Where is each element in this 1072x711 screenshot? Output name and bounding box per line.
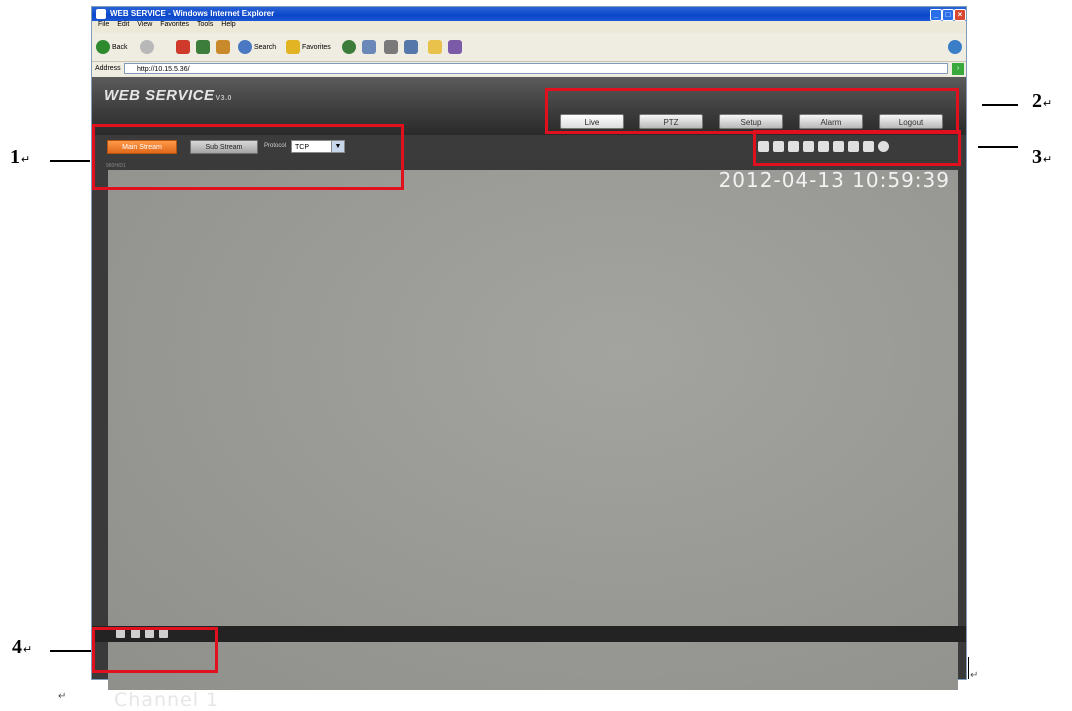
paragraph-mark: ↵	[970, 670, 979, 681]
menu-file[interactable]: File	[98, 21, 109, 28]
close-button[interactable]: ×	[954, 9, 966, 21]
menu-view[interactable]: View	[137, 21, 152, 28]
annotation-4-line	[50, 650, 94, 652]
annotation-2: 2↵	[1032, 90, 1053, 112]
menu-edit[interactable]: Edit	[117, 21, 129, 28]
search-button[interactable]: Search	[238, 39, 276, 55]
annotation-2-line	[982, 104, 1018, 106]
cursor-mark	[968, 657, 969, 679]
mail-icon[interactable]	[362, 40, 376, 54]
ie-icon	[96, 9, 106, 19]
annotation-box-1	[92, 124, 404, 190]
live-video[interactable]: 2012-04-13 10:59:39 Channel 1	[108, 168, 958, 711]
refresh-icon[interactable]	[196, 40, 210, 54]
research-icon[interactable]	[448, 40, 462, 54]
forward-arrow-icon	[140, 40, 154, 54]
edit-icon[interactable]	[404, 40, 418, 54]
browser-toolbar: Back Search Favorites	[92, 33, 966, 62]
video-bottom-bar	[92, 626, 966, 642]
minimize-button[interactable]: _	[930, 9, 942, 21]
forward-button[interactable]	[140, 39, 154, 55]
stop-icon[interactable]	[176, 40, 190, 54]
go-button[interactable]: ›	[952, 63, 964, 75]
address-bar: Address http://10.15.5.36/ ›	[92, 62, 966, 76]
channel-label: Channel 1	[114, 689, 220, 711]
logo-version: V3.0	[215, 95, 232, 102]
annotation-box-4	[92, 627, 218, 673]
window-titlebar: WEB SERVICE - Windows Internet Explorer …	[92, 7, 966, 21]
annotation-3: 3↵	[1032, 146, 1053, 168]
annotation-1-line	[50, 160, 90, 162]
favorites-button[interactable]: Favorites	[286, 39, 331, 55]
menu-help[interactable]: Help	[221, 21, 235, 28]
annotation-1: 1↵	[10, 146, 31, 168]
annotation-box-2	[545, 88, 959, 134]
messenger-icon[interactable]	[948, 40, 962, 54]
menu-favorites[interactable]: Favorites	[160, 21, 189, 28]
annotation-4: 4↵	[12, 636, 33, 658]
menu-tools[interactable]: Tools	[197, 21, 213, 28]
print-icon[interactable]	[384, 40, 398, 54]
video-timestamp: 2012-04-13 10:59:39	[718, 168, 950, 192]
back-button[interactable]: Back	[96, 39, 128, 55]
search-icon	[238, 40, 252, 54]
window-title: WEB SERVICE - Windows Internet Explorer	[110, 9, 275, 18]
folder-icon[interactable]	[428, 40, 442, 54]
maximize-button[interactable]: □	[942, 9, 954, 21]
history-icon[interactable]	[342, 40, 356, 54]
home-icon[interactable]	[216, 40, 230, 54]
menu-bar: File Edit View Favorites Tools Help	[92, 21, 966, 33]
star-icon	[286, 40, 300, 54]
paragraph-mark: ↵	[58, 691, 67, 702]
annotation-box-3	[753, 130, 961, 166]
address-label: Address	[95, 65, 121, 72]
address-input[interactable]: http://10.15.5.36/	[124, 63, 948, 74]
annotation-3-line	[978, 146, 1018, 148]
back-arrow-icon	[96, 40, 110, 54]
app-logo: WEB SERVICEV3.0	[104, 87, 232, 104]
